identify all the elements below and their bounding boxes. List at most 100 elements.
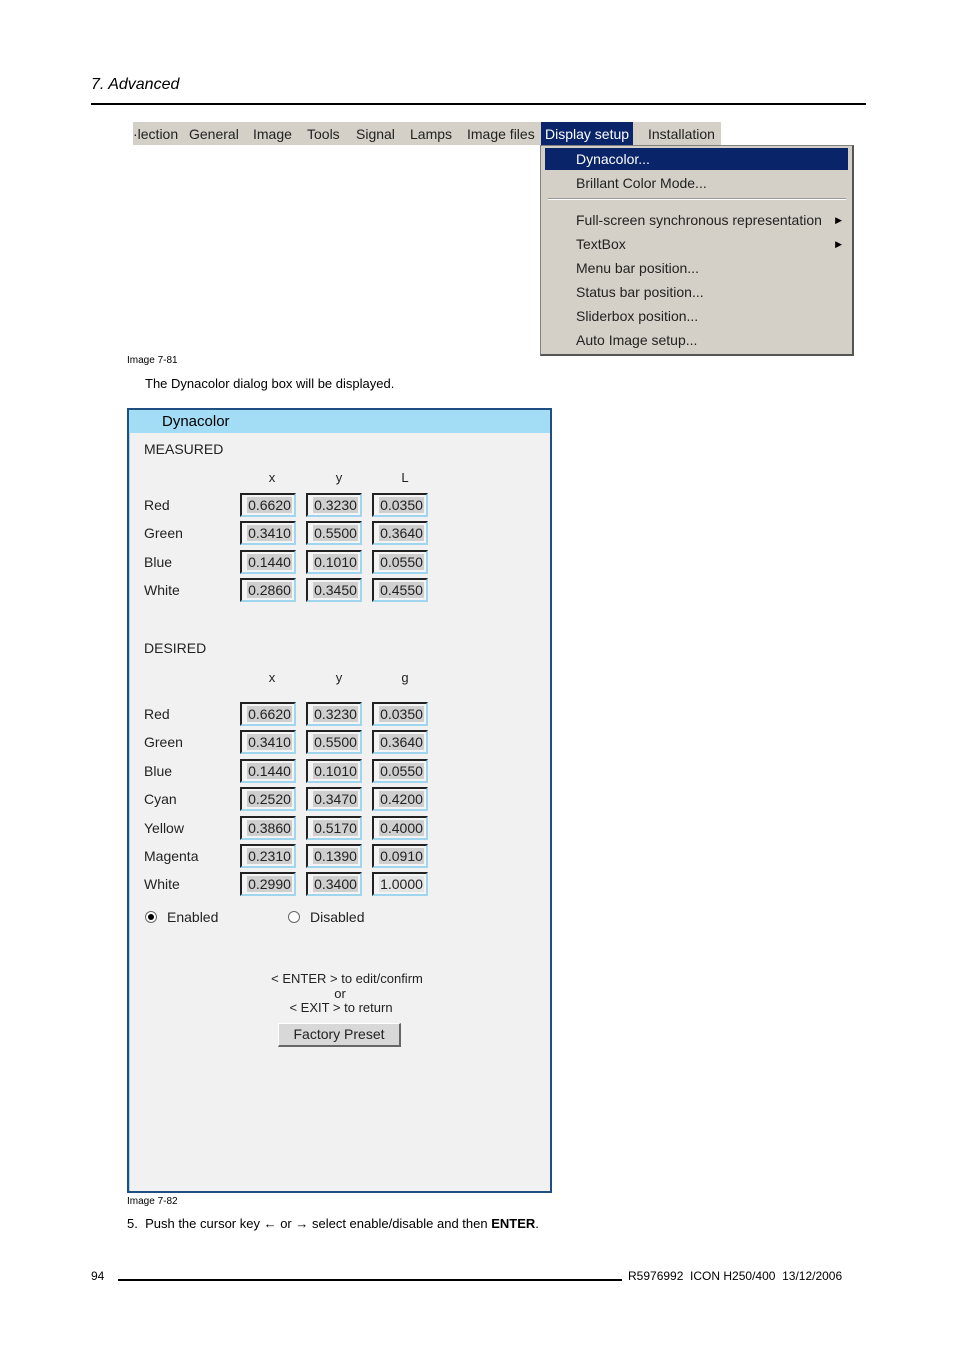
desired-input[interactable]: 0.2310 xyxy=(240,844,296,868)
menu-item-general[interactable]: General xyxy=(189,122,239,145)
measured-value: 0.6620 xyxy=(240,493,296,517)
measured-value: 0.3450 xyxy=(306,578,362,602)
menu-item-image-files[interactable]: Image files xyxy=(467,122,535,145)
desired-input[interactable]: 0.3410 xyxy=(240,730,296,754)
measured-value: 0.0550 xyxy=(372,550,428,574)
desired-row-label: Red xyxy=(144,706,170,722)
dd-item-label: Auto Image setup... xyxy=(576,332,698,348)
desired-input[interactable]: 0.0910 xyxy=(372,844,428,868)
desired-col-g: g xyxy=(401,670,409,685)
dd-item-label: TextBox xyxy=(576,236,626,252)
header-rule xyxy=(91,103,866,105)
image-caption: Image 7-81 xyxy=(127,355,178,366)
measured-row-label: Green xyxy=(144,525,183,541)
measured-value: 0.3230 xyxy=(306,493,362,517)
desired-input[interactable]: 0.1390 xyxy=(306,844,362,868)
desired-row-label: Blue xyxy=(144,763,173,779)
desired-input[interactable]: 1.0000 xyxy=(372,872,428,896)
dd-item-full-screen[interactable]: Full-screen synchronous representation ▶ xyxy=(545,209,848,231)
step-instruction: 5. Push the cursor key ← or → select ena… xyxy=(127,1216,539,1231)
desired-input[interactable]: 0.5170 xyxy=(306,816,362,840)
desired-row-label: Yellow xyxy=(144,820,184,836)
menu-item-signal[interactable]: Signal xyxy=(356,122,395,145)
desired-input[interactable]: 0.1440 xyxy=(240,759,296,783)
menu-item-image[interactable]: Image xyxy=(253,122,292,145)
dd-item-dynacolor[interactable]: Dynacolor... xyxy=(545,148,848,170)
desired-input[interactable]: 0.4000 xyxy=(372,816,428,840)
footer-doc-info: R5976992 ICON H250/400 13/12/2006 xyxy=(628,1269,843,1283)
disabled-label: Disabled xyxy=(310,909,365,925)
step-number: 5. xyxy=(127,1216,138,1231)
page-number: 94 xyxy=(91,1269,105,1283)
image-caption: Image 7-82 xyxy=(127,1196,178,1207)
intro-text: The Dynacolor dialog box will be display… xyxy=(145,376,395,391)
step-key: ENTER xyxy=(491,1216,536,1231)
dd-item-textbox[interactable]: TextBox ▶ xyxy=(545,233,848,255)
display-setup-dropdown: Dynacolor... Brillant Color Mode... Full… xyxy=(540,145,854,356)
desired-input[interactable]: 0.4200 xyxy=(372,787,428,811)
factory-preset-button[interactable]: Factory Preset xyxy=(278,1023,401,1047)
desired-col-y: y xyxy=(335,670,343,685)
section-header: 7. Advanced xyxy=(91,76,180,93)
measured-value: 0.0350 xyxy=(372,493,428,517)
desired-input[interactable]: 0.2990 xyxy=(240,872,296,896)
desired-input[interactable]: 0.5500 xyxy=(306,730,362,754)
dd-item-label: Sliderbox position... xyxy=(576,308,699,324)
desired-label: DESIRED xyxy=(144,640,207,656)
menu-item-lamps[interactable]: Lamps xyxy=(410,122,452,145)
dd-item-sliderbox-position[interactable]: Sliderbox position... xyxy=(545,305,848,327)
menu-separator xyxy=(548,198,846,200)
desired-row-label: Green xyxy=(144,734,183,750)
desired-input[interactable]: 0.0350 xyxy=(372,702,428,726)
disabled-radio[interactable] xyxy=(288,911,300,923)
measured-col-x: x xyxy=(268,470,276,485)
desired-input[interactable]: 0.3400 xyxy=(306,872,362,896)
desired-input[interactable]: 0.6620 xyxy=(240,702,296,726)
dd-item-auto-image-setup[interactable]: Auto Image setup... xyxy=(545,329,848,351)
measured-value: 0.5500 xyxy=(306,521,362,545)
measured-value: 0.3640 xyxy=(372,521,428,545)
measured-row-label: Red xyxy=(144,497,170,513)
dd-item-label: Full-screen synchronous representation xyxy=(576,212,822,228)
measured-col-y: y xyxy=(335,470,343,485)
step-text: Push the cursor key ← or → select enable… xyxy=(145,1216,492,1231)
dd-item-label: Brillant Color Mode... xyxy=(576,175,707,191)
desired-row-label: White xyxy=(144,876,180,892)
measured-value: 0.1440 xyxy=(240,550,296,574)
desired-input[interactable]: 0.0550 xyxy=(372,759,428,783)
desired-input[interactable]: 0.3640 xyxy=(372,730,428,754)
desired-input[interactable]: 0.3860 xyxy=(240,816,296,840)
measured-row-label: Blue xyxy=(144,554,173,570)
submenu-arrow-icon: ▶ xyxy=(835,215,842,225)
menu-bar: ·lection General Image Tools Signal Lamp… xyxy=(133,122,721,145)
dd-item-label: Menu bar position... xyxy=(576,260,699,276)
measured-value: 0.1010 xyxy=(306,550,362,574)
dialog-title: Dynacolor xyxy=(162,413,230,430)
measured-label: MEASURED xyxy=(144,441,224,457)
measured-row-label: White xyxy=(144,582,180,598)
enabled-radio[interactable] xyxy=(145,911,157,923)
step-end: . xyxy=(535,1216,539,1231)
dd-item-menu-bar-position[interactable]: Menu bar position... xyxy=(545,257,848,279)
dd-item-status-bar-position[interactable]: Status bar position... xyxy=(545,281,848,303)
menu-item-installation[interactable]: Installation xyxy=(648,122,715,145)
menu-item-tools[interactable]: Tools xyxy=(307,122,340,145)
desired-row-label: Magenta xyxy=(144,848,199,864)
hint-or: or xyxy=(334,986,346,1001)
measured-value: 0.3410 xyxy=(240,521,296,545)
menu-item-display-setup[interactable]: Display setup xyxy=(541,122,634,145)
desired-input[interactable]: 0.3230 xyxy=(306,702,362,726)
dd-item-brillant-color-mode[interactable]: Brillant Color Mode... xyxy=(545,172,848,194)
hint-exit: < EXIT > to return xyxy=(289,1000,393,1015)
measured-value: 0.4550 xyxy=(372,578,428,602)
measured-value: 0.2860 xyxy=(240,578,296,602)
measured-col-l: L xyxy=(401,470,409,485)
dd-item-label: Dynacolor... xyxy=(576,151,650,167)
footer-rule xyxy=(118,1279,622,1281)
desired-input[interactable]: 0.1010 xyxy=(306,759,362,783)
menu-item-selection[interactable]: ·lection xyxy=(133,122,178,145)
enabled-label: Enabled xyxy=(167,909,219,925)
desired-input[interactable]: 0.2520 xyxy=(240,787,296,811)
desired-input[interactable]: 0.3470 xyxy=(306,787,362,811)
dd-item-label: Status bar position... xyxy=(576,284,704,300)
